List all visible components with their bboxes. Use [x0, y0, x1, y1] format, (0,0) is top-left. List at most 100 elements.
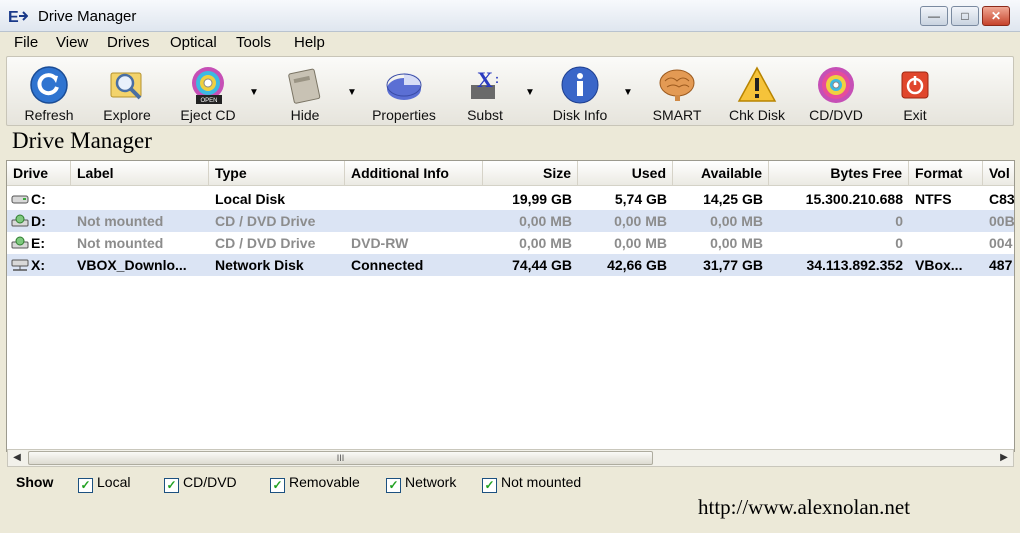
svg-text:E: E — [8, 9, 19, 25]
filter-network-checkbox[interactable]: ✓ Network — [386, 474, 456, 493]
menu-tools[interactable]: Tools — [236, 34, 271, 51]
eject-cd-label: Eject CD — [180, 107, 236, 123]
brain-icon — [659, 69, 695, 101]
smart-label: SMART — [652, 107, 702, 123]
close-button[interactable]: ✕ — [982, 6, 1010, 26]
scroll-left-icon[interactable]: ◀ — [9, 451, 25, 465]
cell-type: CD / DVD Drive — [215, 235, 316, 251]
exit-icon — [901, 71, 929, 99]
subst-button[interactable]: X: Subst — [453, 57, 517, 125]
maximize-icon: □ — [961, 9, 969, 23]
cell-size: 19,99 GB — [512, 191, 572, 207]
table-row[interactable]: D: Not mounted CD / DVD Drive 0,00 MB 0,… — [7, 210, 1014, 232]
cell-size: 0,00 MB — [519, 213, 572, 229]
eject-cd-button[interactable]: OPEN Eject CD — [173, 57, 243, 125]
svg-text:X: X — [477, 67, 493, 92]
cell-bytes-free: 15.300.210.688 — [805, 191, 903, 207]
filter-cd-dvd-label: CD/DVD — [183, 474, 237, 490]
cell-used: 5,74 GB — [614, 191, 667, 207]
filter-local-checkbox[interactable]: ✓ Local — [78, 474, 130, 493]
filter-not-mounted-checkbox[interactable]: ✓ Not mounted — [482, 474, 581, 493]
explore-button[interactable]: Explore — [95, 57, 159, 125]
cell-format: NTFS — [915, 191, 952, 207]
cell-format — [909, 210, 983, 232]
col-label[interactable]: Label — [71, 161, 209, 185]
filter-removable-label: Removable — [289, 474, 360, 490]
col-format[interactable]: Format — [909, 161, 983, 185]
table-row[interactable]: X: VBOX_Downlo... Network Disk Connected… — [7, 254, 1014, 276]
exit-button[interactable]: Exit — [883, 57, 947, 125]
hide-dropdown-arrow[interactable]: ▼ — [347, 87, 357, 98]
cell-info: DVD-RW — [351, 235, 409, 251]
svg-text::: : — [495, 72, 499, 86]
refresh-button[interactable]: Refresh — [17, 57, 81, 125]
col-used[interactable]: Used — [578, 161, 673, 185]
website-url: http://www.alexnolan.net — [698, 495, 911, 519]
cell-type: Local Disk — [215, 191, 286, 207]
scrollbar-thumb[interactable]: III — [28, 451, 653, 465]
cell-available: 14,25 GB — [703, 191, 763, 207]
checkmark-icon: ✓ — [270, 478, 285, 493]
disk-info-button[interactable]: Disk Info — [545, 57, 615, 125]
cell-used: 42,66 GB — [607, 257, 667, 273]
disk-info-dropdown-arrow[interactable]: ▼ — [623, 87, 633, 98]
horizontal-scrollbar[interactable]: ◀ III ▶ — [7, 449, 1014, 467]
cell-drive: C: — [31, 191, 46, 207]
col-size[interactable]: Size — [483, 161, 578, 185]
show-label: Show — [16, 474, 54, 490]
minimize-button[interactable]: — — [920, 6, 948, 26]
cell-used: 0,00 MB — [614, 235, 667, 251]
col-type[interactable]: Type — [209, 161, 345, 185]
refresh-label: Refresh — [24, 107, 74, 123]
cd-dvd-button[interactable]: CD/DVD — [803, 57, 869, 125]
subst-dropdown-arrow[interactable]: ▼ — [525, 87, 535, 98]
cell-type: CD / DVD Drive — [215, 213, 316, 229]
properties-button[interactable]: Properties — [367, 57, 441, 125]
cell-available: 31,77 GB — [703, 257, 763, 273]
cell-format — [909, 232, 983, 254]
filter-cd-dvd-checkbox[interactable]: ✓ CD/DVD — [164, 474, 237, 493]
menu-file[interactable]: File — [14, 34, 38, 51]
cell-size: 0,00 MB — [519, 235, 572, 251]
drive-list[interactable]: Drive Label Type Additional Info Size Us… — [6, 160, 1015, 452]
menu-view[interactable]: View — [56, 34, 88, 51]
table-row[interactable]: C: Local Disk 19,99 GB 5,74 GB 14,25 GB … — [7, 188, 1015, 210]
refresh-icon — [30, 66, 68, 104]
chk-disk-button[interactable]: Chk Disk — [723, 57, 791, 125]
cell-vol: 004 — [989, 235, 1013, 251]
subst-label: Subst — [467, 107, 503, 123]
col-additional-info[interactable]: Additional Info — [345, 161, 483, 185]
menu-drives[interactable]: Drives — [107, 34, 150, 51]
cell-label: VBOX_Downlo... — [77, 257, 187, 273]
col-vol[interactable]: Vol — [983, 161, 1014, 185]
menu-help[interactable]: Help — [294, 34, 325, 51]
cell-vol: C83 — [989, 191, 1015, 207]
hide-button[interactable]: Hide — [273, 57, 337, 125]
filter-removable-checkbox[interactable]: ✓ Removable — [270, 474, 360, 493]
title-bar: E Drive Manager — □ ✕ — [0, 0, 1020, 32]
cell-bytes-free: 0 — [895, 213, 903, 229]
col-available[interactable]: Available — [673, 161, 769, 185]
cell-size: 74,44 GB — [512, 257, 572, 273]
col-drive[interactable]: Drive — [7, 161, 71, 185]
cd-dvd-icon — [818, 67, 854, 103]
col-bytes-free[interactable]: Bytes Free — [769, 161, 909, 185]
cell-drive: D: — [31, 213, 46, 229]
app-icon[interactable]: E — [8, 7, 29, 26]
smart-button[interactable]: SMART — [645, 57, 709, 125]
cell-available: 0,00 MB — [710, 235, 763, 251]
eject-cd-icon: OPEN — [192, 67, 224, 104]
close-icon: ✕ — [990, 9, 1002, 23]
explore-label: Explore — [103, 107, 151, 123]
menu-optical[interactable]: Optical — [170, 34, 217, 51]
checkmark-icon: ✓ — [164, 478, 179, 493]
scroll-right-icon[interactable]: ▶ — [996, 451, 1012, 465]
maximize-button[interactable]: □ — [951, 6, 979, 26]
cell-label: Not mounted — [77, 213, 164, 229]
table-row[interactable]: E: Not mounted CD / DVD Drive DVD-RW 0,0… — [7, 232, 1014, 254]
cell-vol: 487 — [989, 257, 1013, 273]
cell-format: VBox... — [915, 257, 963, 273]
eject-cd-dropdown-arrow[interactable]: ▼ — [249, 87, 259, 98]
cell-used: 0,00 MB — [614, 213, 667, 229]
filter-network-label: Network — [405, 474, 457, 490]
